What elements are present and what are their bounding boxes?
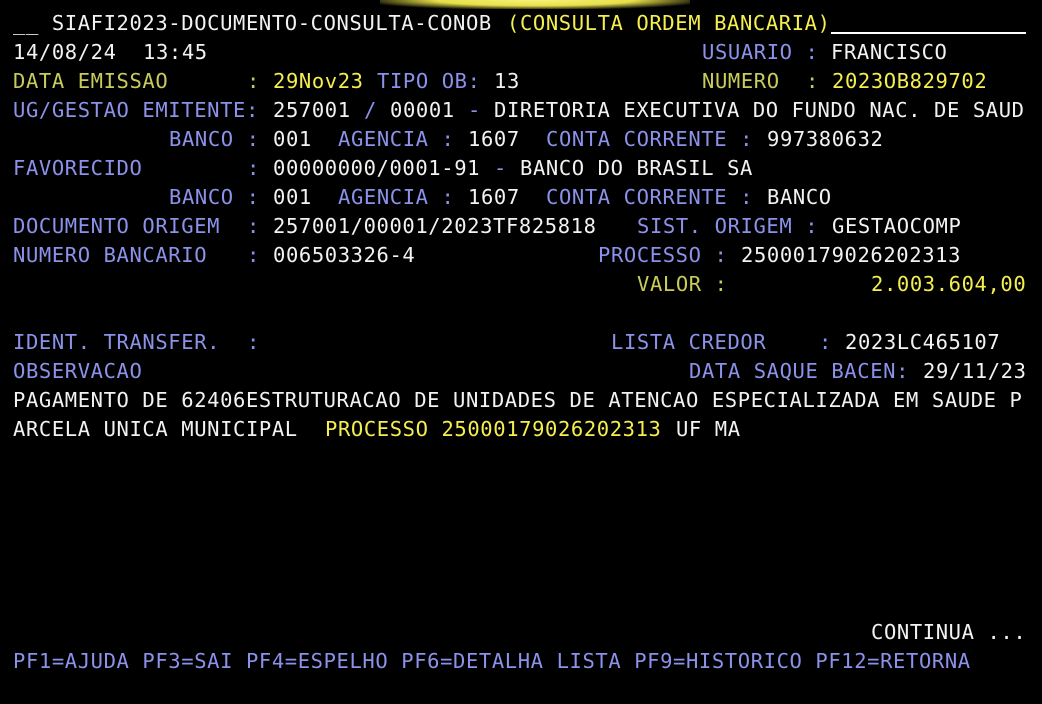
emitente-agencia-label: AGENCIA :	[338, 127, 455, 151]
screen-title-highlight: (CONSULTA ORDEM BANCARIA)	[507, 11, 831, 35]
data-emissao-value: 29Nov23	[273, 69, 364, 93]
lista-credor-colon: :	[819, 330, 832, 354]
observacao-line-2-start: ARCELA UNICA MUNICIPAL	[13, 417, 324, 441]
emitente-conta-value: 997380632	[767, 127, 884, 151]
processo-label: PROCESSO :	[598, 243, 728, 267]
valor-label: VALOR :	[637, 272, 728, 296]
ident-transfer-colon: :	[247, 330, 260, 354]
data-saque-bacen-value: 29/11/23	[923, 359, 1027, 383]
screen-title: __ SIAFI2023-DOCUMENTO-CONSULTA-CONOB	[13, 11, 505, 35]
pf-keys-bar[interactable]: PF1=AJUDA PF3=SAI PF4=ESPELHO PF6=DETALH…	[13, 648, 971, 674]
tipo-ob-label: TIPO OB:	[377, 69, 481, 93]
sist-origem-value: GESTAOCOMP	[832, 214, 962, 238]
numero-label: NUMERO	[702, 69, 780, 93]
favorecido-nome: BANCO DO BRASIL SA	[520, 156, 753, 180]
emitente-banco-value: 001	[273, 127, 312, 151]
ug-gestao-emitente-label: UG/GESTAO EMITENTE:	[13, 98, 259, 122]
gestao-emitente-value: 00001	[390, 98, 455, 122]
terminal-screen: __ SIAFI2023-DOCUMENTO-CONSULTA-CONOB (C…	[0, 0, 1042, 704]
favorecido-banco-value: 001	[273, 185, 312, 209]
valor-value: 2.003.604,00	[871, 272, 1027, 296]
lista-credor-label: LISTA CREDOR	[611, 330, 767, 354]
numero-colon: :	[806, 69, 819, 93]
ug-emitente-value: 257001	[273, 98, 351, 122]
lista-credor-value: 2023LC465107	[845, 330, 1001, 354]
data-emissao-label: DATA EMISSAO	[13, 69, 169, 93]
favorecido-cnpj: 00000000/0001-91	[273, 156, 481, 180]
processo-value: 25000179026202313	[741, 243, 962, 267]
documento-origem-label: DOCUMENTO ORIGEM	[13, 214, 221, 238]
title-underline	[831, 32, 1026, 34]
observacao-processo-highlight: PROCESSO 25000179026202313	[325, 417, 662, 441]
documento-origem-colon: :	[247, 214, 260, 238]
data-saque-bacen-label: DATA SAQUE BACEN:	[689, 359, 910, 383]
favorecido-colon: :	[247, 156, 260, 180]
emitente-agencia-value: 1607	[468, 127, 520, 151]
ug-gestao-separator: /	[364, 98, 377, 122]
documento-origem-value: 257001/00001/2023TF825818	[273, 214, 597, 238]
favorecido-agencia-label: AGENCIA :	[338, 185, 455, 209]
usuario-label: USUARIO :	[702, 40, 819, 64]
current-time: 13:45	[143, 40, 208, 64]
numero-bancario-label: NUMERO BANCARIO	[13, 243, 208, 267]
favorecido-conta-value: BANCO	[767, 185, 832, 209]
numero-bancario-colon: :	[247, 243, 260, 267]
numero-bancario-value: 006503326-4	[273, 243, 416, 267]
favorecido-banco-label: BANCO :	[169, 185, 260, 209]
emitente-dash: -	[468, 98, 481, 122]
sist-origem-label: SIST. ORIGEM :	[637, 214, 819, 238]
emitente-nome: DIRETORIA EXECUTIVA DO FUNDO NAC. DE SAU…	[494, 98, 1025, 122]
observacao-line-1: PAGAMENTO DE 62406ESTRUTURACAO DE UNIDAD…	[13, 388, 1023, 412]
ident-transfer-label: IDENT. TRANSFER.	[13, 330, 221, 354]
data-emissao-colon: :	[247, 69, 260, 93]
favorecido-dash: -	[494, 156, 507, 180]
favorecido-conta-label: CONTA CORRENTE :	[546, 185, 754, 209]
top-glow	[380, 0, 690, 9]
favorecido-agencia-value: 1607	[468, 185, 520, 209]
usuario-value: FRANCISCO	[831, 40, 948, 64]
tipo-ob-value: 13	[494, 69, 520, 93]
current-date: 14/08/24	[13, 40, 117, 64]
observacao-label: OBSERVACAO	[13, 359, 143, 383]
emitente-conta-label: CONTA CORRENTE :	[546, 127, 754, 151]
emitente-banco-label: BANCO :	[169, 127, 260, 151]
observacao-line-2-end: UF MA	[663, 417, 741, 441]
favorecido-label: FAVORECIDO	[13, 156, 143, 180]
continua-indicator: CONTINUA ...	[871, 620, 1027, 644]
numero-value: 2023OB829702	[832, 69, 988, 93]
